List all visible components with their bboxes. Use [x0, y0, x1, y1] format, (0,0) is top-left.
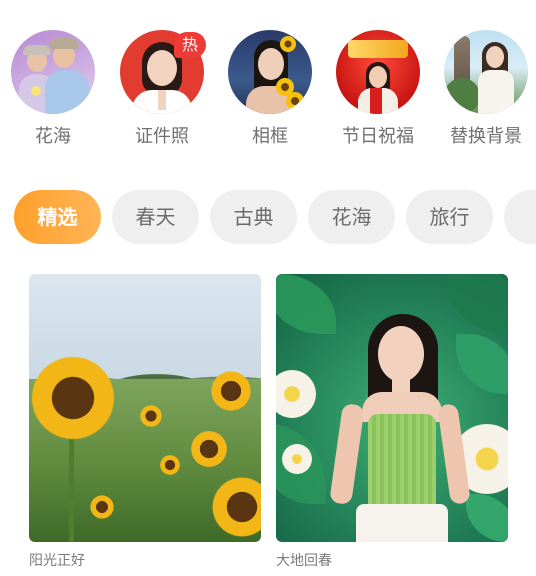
template-card[interactable]: 大地回春 — [276, 274, 508, 570]
category-replace-background[interactable]: 替换背景 — [431, 30, 536, 148]
frame-photo-avatar — [228, 30, 312, 114]
tab-classical[interactable]: 古典 — [210, 190, 297, 244]
hot-badge: 热 — [174, 32, 206, 58]
sunflower-field-image — [29, 274, 261, 542]
category-label: 证件照 — [135, 126, 189, 147]
festival-greeting-avatar — [336, 30, 420, 114]
tab-flower-sea[interactable]: 花海 — [308, 190, 395, 244]
category-label: 节日祝福 — [342, 126, 414, 147]
replace-background-avatar — [444, 30, 528, 114]
tab-spring[interactable]: 春天 — [112, 190, 199, 244]
category-label: 花海 — [35, 126, 71, 147]
tab-featured[interactable]: 精选 — [14, 190, 101, 244]
template-tab-bar: 精选 春天 古典 花海 旅行 — [14, 190, 536, 244]
tab-travel[interactable]: 旅行 — [406, 190, 493, 244]
category-label: 相框 — [252, 126, 288, 147]
template-card[interactable]: 阳光正好 — [29, 274, 261, 570]
template-title: 大地回春 — [276, 553, 332, 569]
woman-green-leaf-image — [276, 274, 508, 542]
category-label: 替换背景 — [450, 126, 522, 147]
category-row: 花海 热 证件照 相框 节日祝福 替换背景 — [0, 30, 536, 150]
category-frame[interactable]: 相框 — [215, 30, 325, 148]
category-id-photo[interactable]: 热 证件照 — [107, 30, 217, 148]
category-flower-sea[interactable]: 花海 — [0, 30, 108, 148]
couple-photo-avatar — [11, 30, 95, 114]
tab-more-partial[interactable] — [504, 190, 536, 244]
category-festival-greeting[interactable]: 节日祝福 — [323, 30, 433, 148]
template-title: 阳光正好 — [29, 553, 85, 569]
